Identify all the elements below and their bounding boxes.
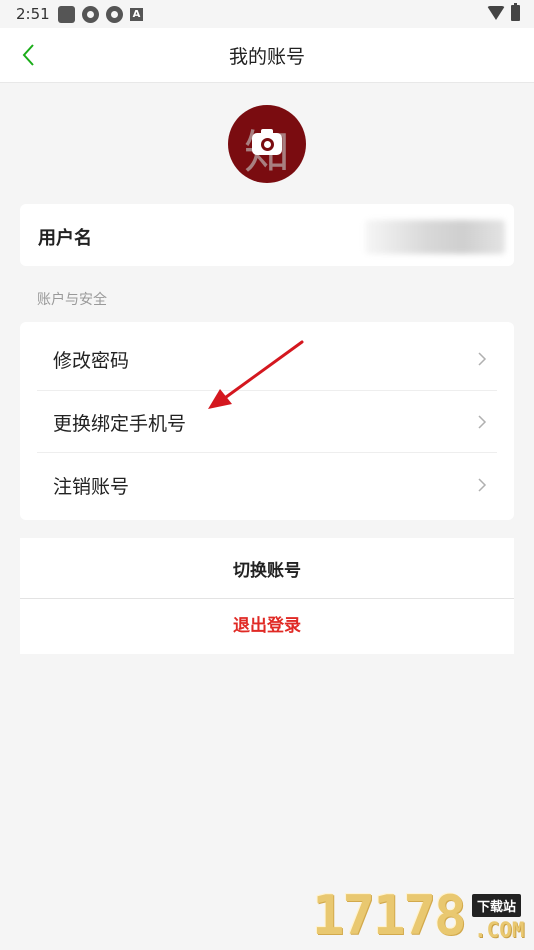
camera-icon	[252, 129, 282, 155]
list-item-label: 修改密码	[53, 350, 130, 372]
section-label-account-security: 账户与安全	[37, 292, 107, 308]
status-time: 2:51	[16, 5, 50, 23]
chevron-right-icon	[478, 478, 487, 492]
switch-account-button[interactable]: 切换账号	[20, 542, 514, 600]
list-item-label: 注销账号	[53, 476, 130, 498]
account-actions-card: 切换账号 退出登录	[20, 538, 514, 654]
security-card: 修改密码 更换绑定手机号 注销账号	[20, 322, 514, 520]
chevron-right-icon	[478, 352, 487, 366]
header: 我的账号	[0, 28, 534, 83]
status-bar: 2:51 A	[0, 0, 534, 28]
logout-button[interactable]: 退出登录	[20, 597, 514, 655]
watermark-logo: 17178 下载站 .COM	[312, 884, 532, 948]
avatar[interactable]: 知	[228, 105, 306, 183]
wifi-icon	[487, 6, 505, 20]
app-square-icon	[58, 6, 75, 23]
chevron-right-icon	[478, 415, 487, 429]
watermark-number: 17178	[312, 884, 467, 947]
battery-icon	[511, 3, 520, 21]
list-item-label: 更换绑定手机号	[53, 413, 187, 435]
a-badge-icon: A	[130, 8, 143, 21]
delete-account-item[interactable]: 注销账号	[20, 453, 514, 515]
page-title: 我的账号	[228, 46, 305, 68]
watermark-tag: 下载站	[472, 894, 522, 917]
notification-icons: A	[58, 6, 143, 23]
watermark-domain: .COM	[474, 918, 525, 942]
aperture-icon	[82, 6, 99, 23]
username-card: 用户名	[20, 204, 514, 266]
username-label: 用户名	[38, 228, 92, 249]
change-phone-item[interactable]: 更换绑定手机号	[20, 390, 514, 452]
username-value-blurred	[365, 220, 505, 254]
change-password-item[interactable]: 修改密码	[20, 327, 514, 389]
system-icons	[487, 3, 520, 21]
aperture-icon	[106, 6, 123, 23]
